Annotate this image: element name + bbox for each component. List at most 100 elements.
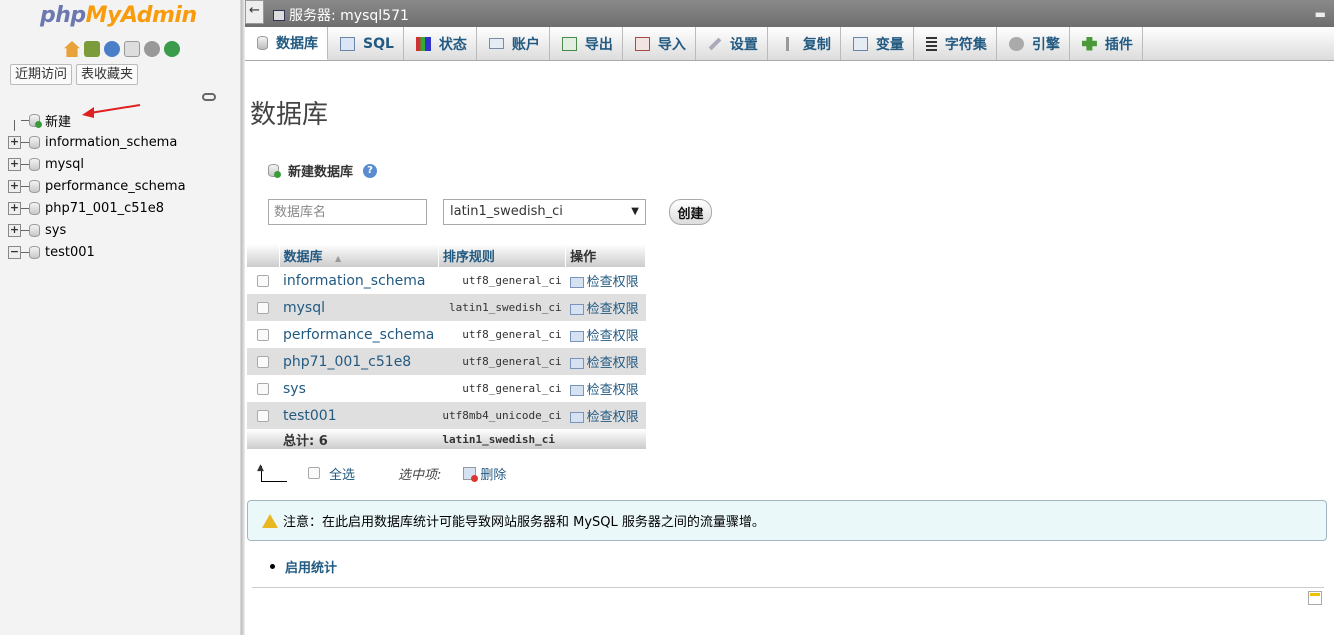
database-link[interactable]: information_schema — [283, 273, 426, 289]
tab-settings[interactable]: 设置 — [696, 27, 768, 60]
tree-item-test001[interactable]: − test001 — [8, 241, 186, 263]
expand-icon[interactable]: + — [8, 135, 21, 149]
expand-icon[interactable]: + — [8, 179, 21, 193]
tab-label: 复制 — [802, 36, 831, 53]
action-label: 检查权限 — [586, 329, 639, 344]
row-checkbox[interactable] — [257, 409, 269, 422]
tree-item-mysql[interactable]: + mysql — [8, 153, 186, 175]
row-checkbox[interactable] — [257, 301, 269, 314]
expand-icon[interactable]: + — [8, 223, 21, 237]
tree-item-php71[interactable]: + php71_001_c51e8 — [8, 197, 186, 219]
page-title: 数据库 — [250, 100, 329, 130]
enable-statistics-link[interactable]: 启用统计 — [285, 557, 337, 576]
tab-export[interactable]: 导出 — [550, 27, 623, 60]
tab-charsets[interactable]: 字符集 — [914, 27, 997, 60]
help-icon[interactable]: ? — [363, 163, 378, 178]
tab-status[interactable]: 状态 — [404, 27, 477, 60]
privileges-icon — [569, 385, 584, 396]
create-button[interactable]: 创建 — [669, 199, 712, 225]
tree-item-performance-schema[interactable]: + performance_schema — [8, 175, 186, 197]
tree-item-label: information_schema — [45, 134, 178, 150]
sort-ascending-icon: ▲ — [335, 254, 342, 263]
column-header-database[interactable]: 数据库 ▲ — [279, 244, 439, 267]
database-link[interactable]: test001 — [283, 408, 337, 424]
server-breadcrumb[interactable]: 服务器: mysql571 — [273, 5, 409, 25]
main-menu: 数据库 SQL 状态 账户 导出 导入 设置 复制 变量 字符集 引擎 插件 — [245, 27, 1334, 61]
tab-label: 字符集 — [944, 36, 987, 53]
expand-icon[interactable]: + — [8, 157, 21, 171]
replication-icon — [785, 36, 789, 51]
tab-sql[interactable]: SQL — [328, 27, 404, 60]
select-all-checkbox[interactable] — [308, 467, 320, 479]
collation-select[interactable]: latin1_swedish_ci ▼ — [443, 199, 646, 225]
favorites-tab[interactable]: 表收藏夹 — [76, 64, 139, 85]
database-link[interactable]: php71_001_c51e8 — [283, 354, 411, 370]
table-row: information_schema utf8_general_ci 检查权限 — [247, 267, 646, 294]
back-button[interactable]: ← — [245, 0, 264, 24]
home-icon[interactable] — [64, 41, 80, 57]
tab-import[interactable]: 导入 — [623, 27, 696, 60]
database-name-input[interactable] — [268, 199, 427, 225]
console-icon[interactable] — [1308, 591, 1322, 605]
reload-icon[interactable] — [164, 41, 180, 57]
delete-button[interactable]: 删除 — [463, 464, 506, 483]
phpmyadmin-logo[interactable]: phpMyAdmin — [40, 3, 197, 28]
select-all-label[interactable]: 全选 — [329, 464, 355, 483]
checkbox-header — [247, 244, 280, 267]
tree-item-sys[interactable]: + sys — [8, 219, 186, 241]
database-icon — [29, 201, 40, 215]
column-header-action: 操作 — [565, 244, 647, 267]
tab-label: 导入 — [657, 36, 686, 53]
tab-label: 变量 — [875, 36, 904, 53]
collation-cell: utf8_general_ci — [438, 267, 566, 294]
collapse-menu-button[interactable]: ▬ — [1315, 7, 1326, 21]
row-checkbox[interactable] — [257, 328, 269, 341]
column-header-collation[interactable]: 排序规则 — [438, 244, 567, 267]
collapse-icon[interactable]: − — [8, 245, 21, 259]
check-privileges-link[interactable]: 检查权限 — [565, 321, 646, 348]
nav-tabs: 近期访问 表收藏夹 — [10, 64, 139, 85]
tab-plugins[interactable]: 插件 — [1070, 27, 1143, 60]
tree-item-label: test001 — [45, 244, 95, 260]
action-label: 检查权限 — [586, 410, 639, 425]
check-privileges-link[interactable]: 检查权限 — [565, 267, 646, 294]
tab-replication[interactable]: 复制 — [768, 27, 841, 60]
bulk-actions: ▲ 全选 选中项: 删除 — [257, 463, 506, 483]
notice-text: 注意：在此启用数据库统计可能导致网站服务器和 MySQL 服务器之间的流量骤增。 — [283, 515, 765, 530]
tab-databases[interactable]: 数据库 — [245, 27, 328, 60]
tab-variables[interactable]: 变量 — [841, 27, 914, 60]
row-checkbox[interactable] — [257, 274, 269, 287]
link-with-main-icon[interactable] — [202, 93, 216, 101]
documentation-icon[interactable] — [124, 41, 140, 57]
row-checkbox[interactable] — [257, 355, 269, 368]
database-link[interactable]: mysql — [283, 300, 325, 316]
server-icon — [273, 9, 285, 21]
dropdown-arrow-icon: ▼ — [631, 206, 639, 217]
recent-tab[interactable]: 近期访问 — [10, 64, 73, 85]
check-privileges-link[interactable]: 检查权限 — [565, 294, 646, 321]
gear-icon[interactable] — [144, 41, 160, 57]
check-privileges-link[interactable]: 检查权限 — [565, 402, 646, 429]
nav-resizer[interactable] — [241, 0, 245, 635]
tab-label: SQL — [363, 35, 394, 52]
help-icon[interactable] — [104, 41, 120, 57]
tree-item-information-schema[interactable]: + information_schema — [8, 131, 186, 153]
check-privileges-link[interactable]: 检查权限 — [565, 375, 646, 402]
tab-engines[interactable]: 引擎 — [997, 27, 1070, 60]
exit-icon[interactable] — [84, 41, 100, 57]
database-link[interactable]: sys — [283, 381, 306, 397]
engine-icon — [1008, 36, 1024, 51]
collation-cell: utf8_general_ci — [438, 375, 566, 402]
tab-accounts[interactable]: 账户 — [477, 27, 550, 60]
collation-cell: latin1_swedish_ci — [438, 294, 566, 321]
check-privileges-link[interactable]: 检查权限 — [565, 348, 646, 375]
tab-label: 数据库 — [276, 36, 318, 52]
logo-php-text: php — [40, 3, 86, 28]
expand-icon[interactable]: + — [8, 201, 21, 215]
row-checkbox[interactable] — [257, 382, 269, 395]
create-database-label[interactable]: 新建数据库 — [288, 161, 353, 180]
action-label: 检查权限 — [586, 302, 639, 317]
database-link[interactable]: performance_schema — [283, 327, 434, 343]
total-label: 总计: 6 — [279, 429, 439, 449]
tab-label: 状态 — [438, 36, 467, 53]
